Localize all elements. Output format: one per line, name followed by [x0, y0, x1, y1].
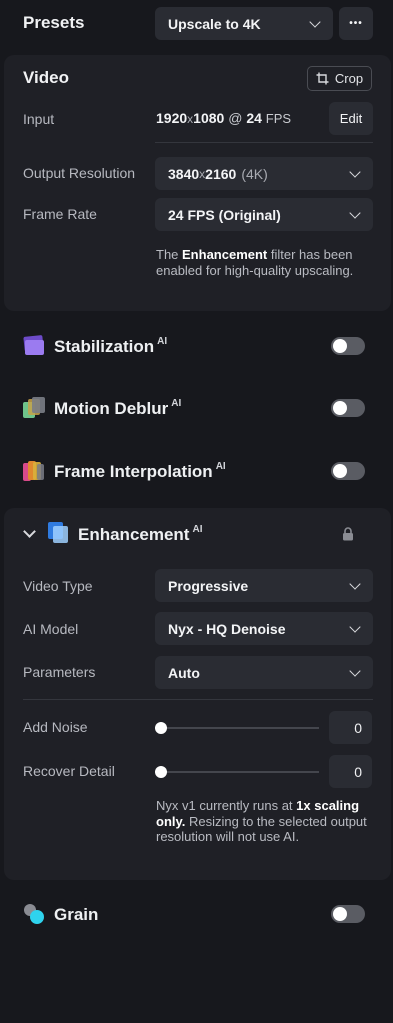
toggle-knob — [333, 339, 347, 353]
motion-deblur-toggle[interactable] — [331, 399, 365, 417]
grain-label: Grain — [54, 905, 99, 924]
ai-model-label: AI Model — [23, 621, 79, 637]
add-noise-slider[interactable] — [159, 727, 319, 729]
frame-rate-value: 24 FPS (Original) — [168, 206, 281, 223]
output-suffix: (4K) — [241, 165, 268, 182]
stabilization-icon — [23, 335, 44, 355]
add-noise-slider-knob[interactable] — [155, 722, 167, 734]
input-height: 1080 — [193, 110, 225, 126]
crop-button[interactable]: Crop — [307, 66, 372, 91]
recover-detail-slider-knob[interactable] — [155, 766, 167, 778]
input-fps: 24 — [246, 110, 262, 126]
frame-interpolation-row[interactable]: Frame Interpolation AI — [0, 455, 393, 489]
motion-deblur-label: Motion Deblur AI — [54, 398, 182, 419]
toggle-knob — [333, 907, 347, 921]
enhancement-icon — [48, 522, 68, 543]
ai-model-value: Nyx - HQ Denoise — [168, 620, 286, 637]
input-at: @ — [228, 110, 243, 126]
grain-row[interactable]: Grain — [0, 897, 393, 931]
note-pre: Nyx v1 currently runs at — [156, 798, 297, 813]
ai-badge: AI — [192, 524, 203, 535]
stabilization-toggle[interactable] — [331, 337, 365, 355]
ai-badge: AI — [215, 461, 226, 472]
presets-title: Presets — [23, 13, 85, 32]
input-fps-unit: FPS — [265, 111, 292, 126]
input-value: 1920x1080 @ 24 FPS — [156, 110, 292, 126]
stabilization-label: Stabilization AI — [54, 336, 168, 357]
chevron-down-icon — [349, 165, 361, 178]
add-noise-label: Add Noise — [23, 719, 88, 735]
chevron-down-icon — [349, 206, 361, 219]
chevron-down-icon — [349, 577, 361, 590]
video-type-label: Video Type — [23, 578, 93, 594]
note-post: Resizing to the selected output resoluti… — [156, 813, 367, 845]
frame-rate-dropdown[interactable]: 24 FPS (Original) — [155, 198, 373, 231]
input-edit-button[interactable]: Edit — [329, 102, 373, 135]
output-height: 2160 — [205, 165, 237, 182]
enhancement-divider — [23, 699, 373, 700]
input-width: 1920 — [156, 110, 188, 126]
ai-badge: AI — [157, 336, 168, 347]
enhancement-collapse-toggle[interactable] — [22, 525, 38, 542]
chevron-down-icon — [309, 15, 321, 28]
frame-interpolation-toggle[interactable] — [331, 462, 365, 480]
recover-detail-slider[interactable] — [159, 771, 319, 773]
output-resolution-dropdown[interactable]: 3840 x 2160 (4K) — [155, 157, 373, 190]
toggle-knob — [333, 464, 347, 478]
frame-interpolation-icon — [23, 461, 44, 481]
frame-interpolation-label: Frame Interpolation AI — [54, 461, 226, 482]
ai-badge: AI — [171, 398, 182, 409]
frame-rate-label: Frame Rate — [23, 206, 97, 222]
grain-toggle[interactable] — [331, 905, 365, 923]
presets-dropdown[interactable]: Upscale to 4K — [155, 7, 333, 40]
crop-label: Crop — [334, 71, 364, 86]
presets-selected: Upscale to 4K — [168, 15, 261, 32]
note-pre: The — [156, 247, 183, 262]
chevron-down-icon — [349, 664, 361, 677]
enhancement-enabled-note: The Enhancement filter has been enabled … — [156, 247, 376, 278]
presets-more-button[interactable]: ••• — [339, 7, 373, 40]
enhancement-title: Enhancement AI — [78, 524, 203, 545]
video-type-dropdown[interactable]: Progressive — [155, 569, 373, 602]
stabilization-name: Stabilization — [54, 337, 155, 356]
enhancement-name: Enhancement — [78, 525, 190, 544]
chevron-down-icon — [23, 525, 36, 538]
parameters-label: Parameters — [23, 664, 96, 680]
add-noise-input[interactable]: 0 — [329, 711, 372, 744]
motion-deblur-icon — [23, 397, 45, 418]
chevron-down-icon — [349, 620, 361, 633]
recover-detail-input[interactable]: 0 — [329, 755, 372, 788]
frame-interpolation-name: Frame Interpolation — [54, 462, 213, 481]
note-bold: Enhancement — [182, 247, 268, 262]
ai-model-dropdown[interactable]: Nyx - HQ Denoise — [155, 612, 373, 645]
motion-deblur-row[interactable]: Motion Deblur AI — [0, 392, 393, 426]
edit-label: Edit — [339, 111, 363, 126]
stabilization-row[interactable]: Stabilization AI — [0, 330, 393, 364]
lock-icon — [343, 527, 353, 541]
input-label: Input — [23, 111, 55, 127]
nyx-scaling-note: Nyx v1 currently runs at 1x scaling only… — [156, 798, 368, 845]
crop-icon — [316, 72, 329, 85]
motion-deblur-name: Motion Deblur — [54, 399, 169, 418]
parameters-dropdown[interactable]: Auto — [155, 656, 373, 689]
grain-icon — [24, 904, 44, 924]
video-type-value: Progressive — [168, 577, 249, 594]
output-resolution-label: Output Resolution — [23, 165, 136, 181]
video-title: Video — [23, 68, 69, 87]
add-noise-value: 0 — [354, 719, 362, 736]
more-icon: ••• — [349, 18, 363, 29]
recover-detail-label: Recover Detail — [23, 763, 115, 779]
recover-detail-value: 0 — [354, 763, 362, 780]
output-width: 3840 — [168, 165, 200, 182]
video-divider — [155, 142, 373, 143]
parameters-value: Auto — [168, 664, 200, 681]
toggle-knob — [333, 401, 347, 415]
